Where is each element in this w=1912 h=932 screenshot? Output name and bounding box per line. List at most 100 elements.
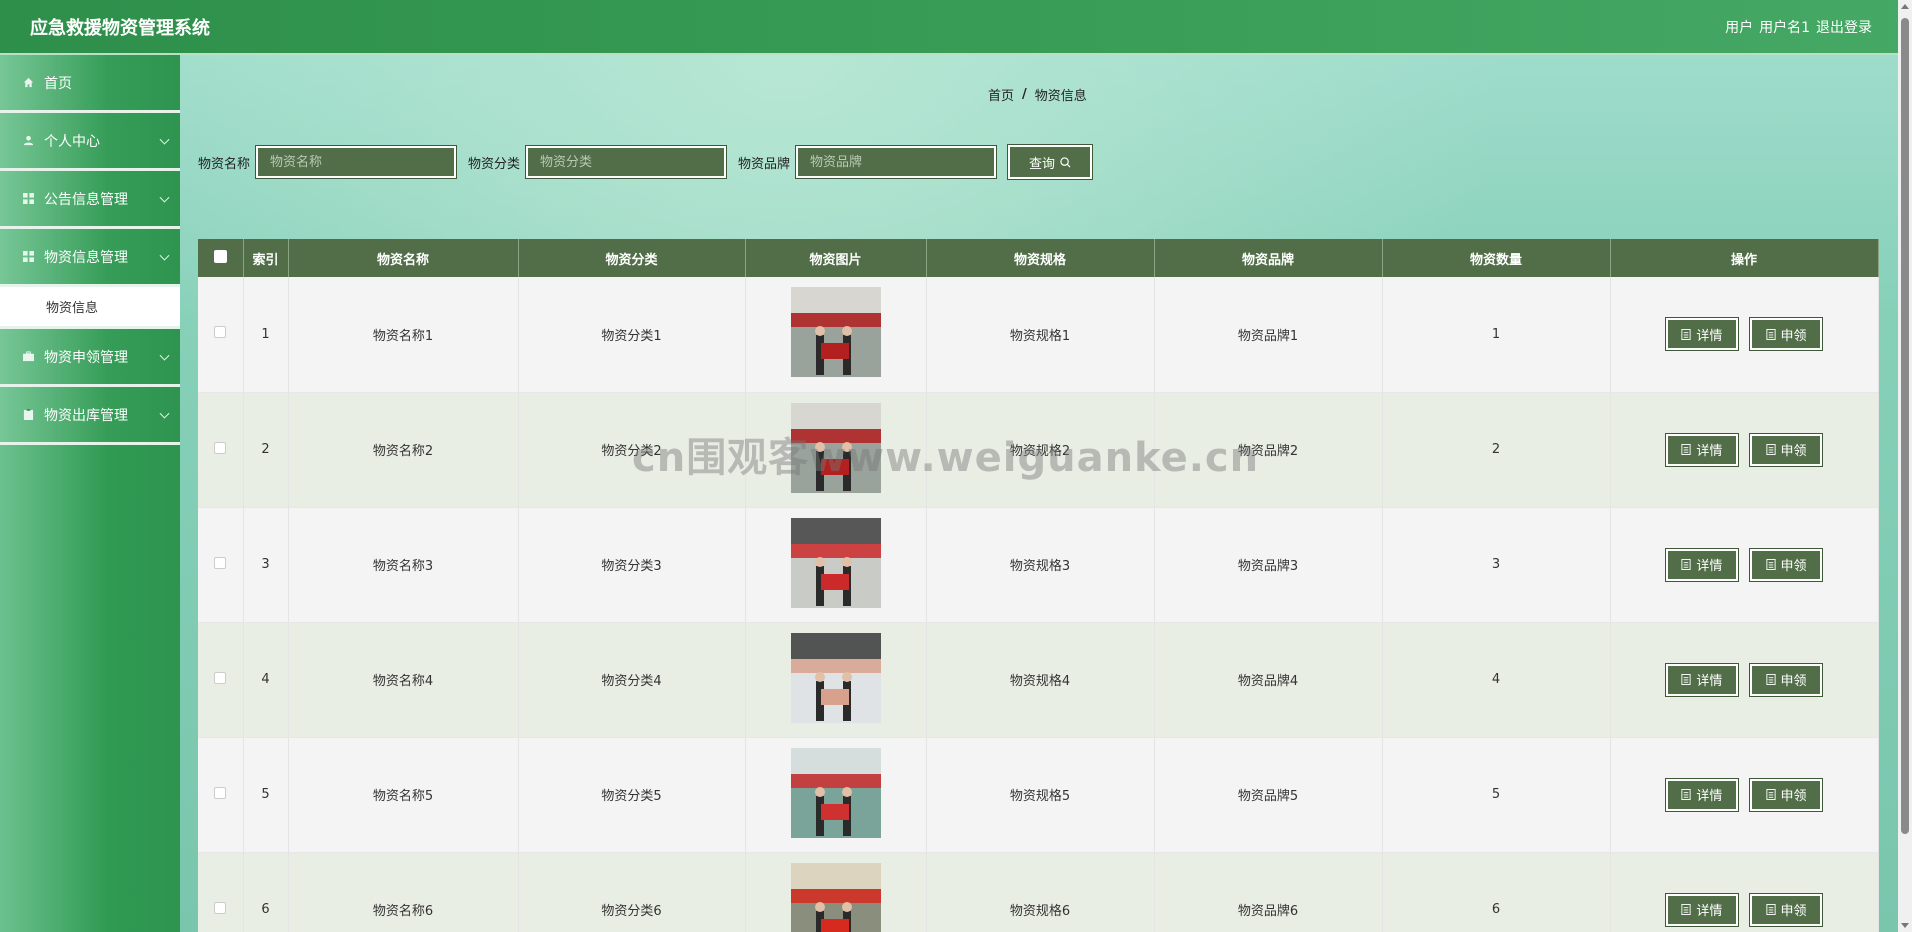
brand-search-input[interactable]: [795, 145, 998, 179]
apply-button[interactable]: 申领: [1749, 547, 1824, 582]
actions-cell: 详情 申领: [1610, 507, 1879, 623]
table-row: 1 物资名称1 物资分类1 物资规格1 物资品牌1 1 详情 申领: [198, 277, 1879, 393]
scroll-down-arrow-icon[interactable]: [1901, 923, 1909, 928]
quantity-cell: 1: [1382, 277, 1611, 393]
row-checkbox[interactable]: [214, 901, 227, 914]
material-image[interactable]: [790, 402, 881, 493]
detail-button-label: 详情: [1696, 559, 1723, 574]
user-label: 用户: [1725, 19, 1754, 36]
search-icon: [1060, 156, 1071, 168]
sidebar-item-personal-center[interactable]: 个人中心: [0, 113, 180, 171]
column-header: 物资图片: [745, 239, 927, 277]
document-icon: [1681, 674, 1691, 685]
spec-cell: 物资规格2: [926, 392, 1155, 508]
chevron-down-icon: [159, 408, 170, 419]
material-image[interactable]: [790, 287, 881, 378]
detail-button[interactable]: 详情: [1664, 432, 1739, 467]
image-cell: [745, 852, 927, 932]
apply-button[interactable]: 申领: [1749, 432, 1824, 467]
detail-button-label: 详情: [1696, 444, 1723, 459]
detail-button[interactable]: 详情: [1664, 892, 1739, 927]
document-icon: [1681, 559, 1691, 570]
actions-cell: 详情 申领: [1610, 277, 1879, 393]
row-select-cell: [198, 737, 244, 853]
actions-cell: 详情 申领: [1610, 392, 1879, 508]
row-select-cell: [198, 852, 244, 932]
document-icon: [1681, 904, 1691, 915]
row-checkbox[interactable]: [214, 326, 227, 339]
logout-link[interactable]: 退出登录: [1816, 17, 1872, 37]
apply-button-label: 申领: [1780, 328, 1807, 344]
sidebar-item-announcement[interactable]: 公告信息管理: [0, 171, 180, 229]
apply-button[interactable]: 申领: [1749, 662, 1824, 697]
document-icon: [1765, 789, 1776, 800]
image-cell: [745, 622, 927, 738]
top-header: 应急救援物资管理系统 用户 用户名1 退出登录: [0, 0, 1912, 55]
table-header-row: 索引 物资名称 物资分类 物资图片 物资规格 物资品牌 物资数量 操作: [198, 239, 1879, 277]
apply-button-label: 申领: [1780, 789, 1807, 804]
apply-button-label: 申领: [1780, 674, 1807, 689]
sidebar-item-label: 物资申领管理: [44, 349, 128, 366]
material-image[interactable]: [790, 632, 881, 723]
user-icon: [22, 135, 34, 147]
category-cell: 物资分类3: [518, 507, 746, 623]
row-select-cell: [198, 392, 244, 508]
document-icon: [1765, 559, 1776, 570]
breadcrumb-current: 物资信息: [1034, 89, 1087, 104]
detail-button-label: 详情: [1696, 904, 1723, 919]
document-icon: [1681, 444, 1691, 455]
spec-cell: 物资规格3: [926, 507, 1155, 623]
page-scrollbar[interactable]: [1898, 0, 1912, 932]
name-cell: 物资名称6: [288, 852, 519, 932]
quantity-cell: 3: [1382, 507, 1611, 623]
row-select-cell: [198, 507, 244, 623]
actions-cell: 详情 申领: [1610, 622, 1879, 738]
scroll-up-arrow-icon[interactable]: [1901, 4, 1909, 9]
chevron-down-icon: [159, 350, 170, 361]
clipboard-icon: [22, 409, 34, 421]
apply-button[interactable]: 申领: [1749, 317, 1824, 352]
index-cell: 2: [243, 392, 289, 508]
detail-button[interactable]: 详情: [1664, 317, 1739, 352]
name-search-input[interactable]: [255, 145, 458, 179]
row-checkbox[interactable]: [214, 671, 227, 684]
name-cell: 物资名称1: [288, 277, 519, 393]
brand-cell: 物资品牌1: [1154, 277, 1383, 393]
material-image[interactable]: [790, 517, 881, 608]
index-cell: 1: [243, 277, 289, 393]
detail-button[interactable]: 详情: [1664, 662, 1739, 697]
breadcrumb-separator: /: [1022, 87, 1027, 102]
row-checkbox[interactable]: [214, 556, 227, 569]
select-all-checkbox[interactable]: [213, 249, 227, 263]
name-cell: 物资名称4: [288, 622, 519, 738]
scroll-thumb[interactable]: [1901, 18, 1909, 834]
sidebar-item-home[interactable]: 首页: [0, 55, 180, 113]
table-row: 4 物资名称4 物资分类4 物资规格4 物资品牌4 4 详情 申领: [198, 622, 1879, 738]
sidebar-item-material-info[interactable]: 物资信息管理: [0, 229, 180, 287]
column-header: 物资名称: [288, 239, 519, 277]
brand-cell: 物资品牌4: [1154, 622, 1383, 738]
category-search-input[interactable]: [525, 145, 728, 179]
user-name: 用户名1: [1759, 19, 1810, 36]
table-row: 3 物资名称3 物资分类3 物资规格3 物资品牌3 3 详情 申领: [198, 507, 1879, 623]
sidebar-subitem-material-info[interactable]: 物资信息: [0, 287, 180, 329]
row-checkbox[interactable]: [214, 441, 227, 454]
index-cell: 5: [243, 737, 289, 853]
apply-button[interactable]: 申领: [1749, 892, 1824, 927]
sidebar-item-material-apply[interactable]: 物资申领管理: [0, 329, 180, 387]
sidebar-item-label: 物资信息管理: [44, 249, 128, 266]
detail-button[interactable]: 详情: [1664, 777, 1739, 812]
material-image[interactable]: [790, 862, 881, 932]
image-cell: [745, 392, 927, 508]
row-checkbox[interactable]: [214, 786, 227, 799]
detail-button[interactable]: 详情: [1664, 547, 1739, 582]
breadcrumb-home[interactable]: 首页: [988, 85, 1014, 104]
apply-button[interactable]: 申领: [1749, 777, 1824, 812]
quantity-cell: 5: [1382, 737, 1611, 853]
briefcase-icon: [22, 351, 34, 363]
query-button[interactable]: 查询: [1007, 144, 1094, 180]
document-icon: [1765, 328, 1776, 340]
sidebar-item-material-outbound[interactable]: 物资出库管理: [0, 387, 180, 445]
material-image[interactable]: [790, 747, 881, 838]
app-title: 应急救援物资管理系统: [30, 17, 210, 39]
